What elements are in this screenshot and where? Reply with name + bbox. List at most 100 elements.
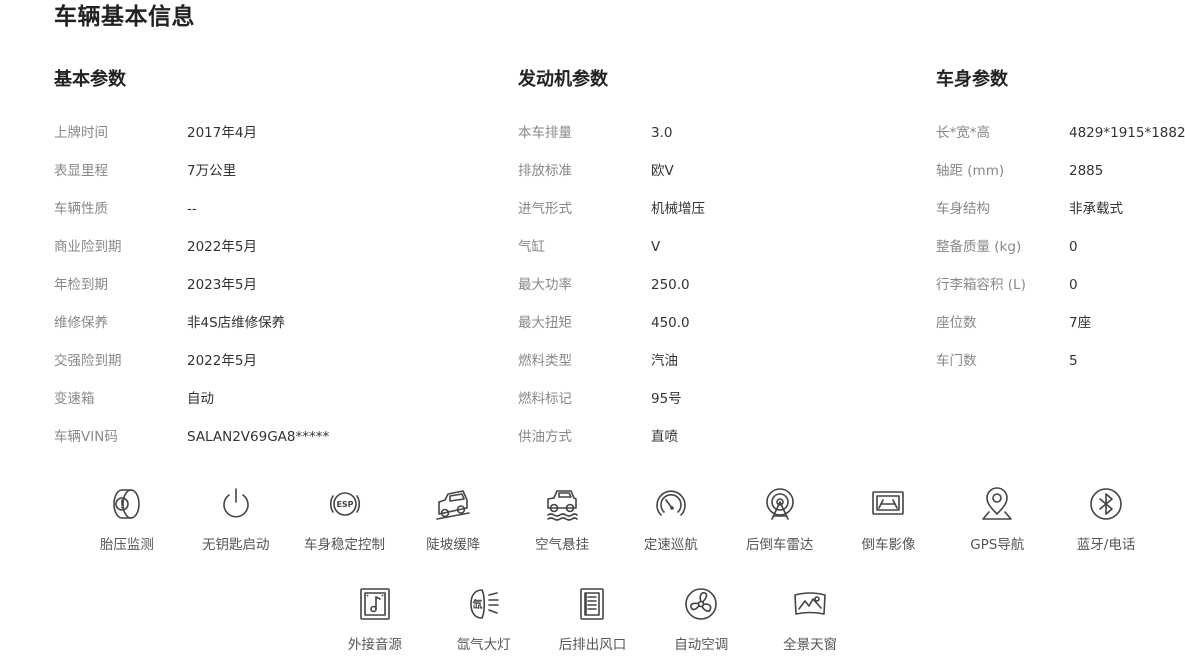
rear-air-vent-icon	[572, 584, 612, 624]
param-value: SALAN2V69GA8*****	[187, 429, 330, 445]
feature-label: 全景天窗	[783, 637, 838, 653]
param-value: 2022年5月	[187, 353, 257, 369]
feature-tire-pressure: 胎压监测	[73, 484, 182, 554]
param-row: 车门数 5	[936, 342, 1185, 380]
xenon-headlight-icon: 氙	[464, 584, 504, 624]
feature-parking-radar: 后倒车雷达	[725, 484, 834, 554]
feature-label: 倒车影像	[861, 537, 916, 553]
param-value: 250.0	[651, 277, 690, 293]
param-row: 本车排量 3.0	[518, 114, 898, 152]
param-row: 轴距 (mm) 2885	[936, 152, 1185, 190]
param-row: 维修保养 非4S店维修保养	[54, 304, 474, 342]
param-value: --	[187, 201, 197, 217]
page-title: 车辆基本信息	[54, 4, 195, 30]
feature-esp: ESP 车身稳定控制	[290, 484, 399, 554]
feature-label: 胎压监测	[99, 537, 154, 553]
param-label: 交强险到期	[54, 353, 122, 369]
param-value: 机械增压	[651, 201, 705, 217]
section-title-engine: 发动机参数	[518, 69, 608, 90]
param-row: 座位数 7座	[936, 304, 1185, 342]
param-label: 表显里程	[54, 163, 108, 179]
param-value: 7万公里	[187, 163, 237, 179]
feature-air-suspension: 空气悬挂	[508, 484, 617, 554]
param-value: 7座	[1069, 315, 1092, 331]
feature-list-row1: 胎压监测 无钥匙启动 ESP 车身稳定控制 陡坡缓降 空气悬挂 定速巡航 后倒车…	[0, 484, 1185, 554]
param-row: 最大功率 250.0	[518, 266, 898, 304]
param-value: 非承载式	[1069, 201, 1123, 217]
feature-label: 后倒车雷达	[745, 537, 814, 553]
feature-label: GPS导航	[970, 537, 1025, 553]
param-row: 燃料标记 95号	[518, 380, 898, 418]
section-basic-params: 基本参数 上牌时间 2017年4月 表显里程 7万公里 车辆性质 -- 商业险到期 20…	[54, 66, 474, 456]
param-value: 汽油	[651, 353, 678, 369]
param-row: 上牌时间 2017年4月	[54, 114, 474, 152]
param-row: 行李箱容积 (L) 0	[936, 266, 1185, 304]
param-row: 长*宽*高 4829*1915*1882	[936, 114, 1185, 152]
feature-auto-ac: 自动空调	[647, 584, 756, 654]
param-value: 0	[1069, 239, 1078, 255]
power-icon	[216, 484, 256, 524]
section-title-basic: 基本参数	[54, 69, 126, 90]
feature-hill-descent: 陡坡缓降	[399, 484, 508, 554]
feature-label: 陡坡缓降	[426, 537, 481, 553]
feature-label: 氙气大灯	[456, 637, 511, 653]
param-value: 直喷	[651, 429, 678, 445]
param-value: 2023年5月	[187, 277, 257, 293]
param-label: 气缸	[518, 239, 545, 255]
param-row: 车身结构 非承载式	[936, 190, 1185, 228]
feature-keyless-start: 无钥匙启动	[181, 484, 290, 554]
feature-label: 空气悬挂	[535, 537, 590, 553]
param-label: 年检到期	[54, 277, 108, 293]
section-engine-params: 发动机参数 本车排量 3.0 排放标准 欧V 进气形式 机械增压 气缸 V 最大功率 25…	[518, 66, 898, 456]
parking-radar-icon	[760, 484, 800, 524]
param-value: 欧V	[651, 163, 674, 179]
feature-label: 后排出风口	[558, 637, 627, 653]
param-row: 车辆VIN码 SALAN2V69GA8*****	[54, 418, 474, 456]
param-row: 年检到期 2023年5月	[54, 266, 474, 304]
param-label: 最大功率	[518, 277, 572, 293]
param-label: 进气形式	[518, 201, 572, 217]
param-row: 排放标准 欧V	[518, 152, 898, 190]
feature-label: 车身稳定控制	[304, 537, 385, 553]
param-value: 0	[1069, 277, 1078, 293]
param-row: 进气形式 机械增压	[518, 190, 898, 228]
param-label: 车身结构	[936, 201, 990, 217]
param-label: 行李箱容积 (L)	[936, 277, 1026, 293]
hill-descent-icon	[433, 484, 473, 524]
feature-label: 外接音源	[347, 637, 402, 653]
section-title-body: 车身参数	[936, 69, 1008, 90]
tire-pressure-icon	[107, 484, 147, 524]
param-value: 自动	[187, 391, 214, 407]
xenon-icon-text: 氙	[472, 598, 482, 611]
feature-list-row2: 外接音源 氙 氙气大灯 后排出风口 自动空调 全景天窗	[0, 584, 1185, 654]
feature-label: 定速巡航	[643, 537, 698, 553]
param-value: 非4S店维修保养	[187, 315, 286, 331]
feature-cruise-control: 定速巡航	[617, 484, 726, 554]
param-label: 座位数	[936, 315, 977, 331]
esp-icon: ESP	[325, 484, 365, 524]
feature-label: 自动空调	[674, 637, 729, 653]
feature-label: 无钥匙启动	[201, 537, 270, 553]
param-label: 变速箱	[54, 391, 95, 407]
param-label: 排放标准	[518, 163, 572, 179]
param-row: 商业险到期 2022年5月	[54, 228, 474, 266]
param-value: 450.0	[651, 315, 690, 331]
param-label: 供油方式	[518, 429, 572, 445]
param-label: 上牌时间	[54, 125, 108, 141]
param-row: 车辆性质 --	[54, 190, 474, 228]
param-label: 燃料类型	[518, 353, 572, 369]
feature-gps: GPS导航	[943, 484, 1052, 554]
param-row: 整备质量 (kg) 0	[936, 228, 1185, 266]
param-value: 2885	[1069, 163, 1104, 179]
section-body-params: 车身参数 长*宽*高 4829*1915*1882 轴距 (mm) 2885 车身结…	[936, 66, 1185, 380]
feature-panoramic-sunroof: 全景天窗	[756, 584, 865, 654]
param-row: 表显里程 7万公里	[54, 152, 474, 190]
reverse-camera-icon	[868, 484, 908, 524]
param-label: 长*宽*高	[936, 125, 990, 141]
music-note-icon	[355, 584, 395, 624]
param-label: 车辆性质	[54, 201, 108, 217]
param-value: 2022年5月	[187, 239, 257, 255]
cruise-control-icon	[651, 484, 691, 524]
param-value: 5	[1069, 353, 1078, 369]
param-value: 3.0	[651, 125, 673, 141]
